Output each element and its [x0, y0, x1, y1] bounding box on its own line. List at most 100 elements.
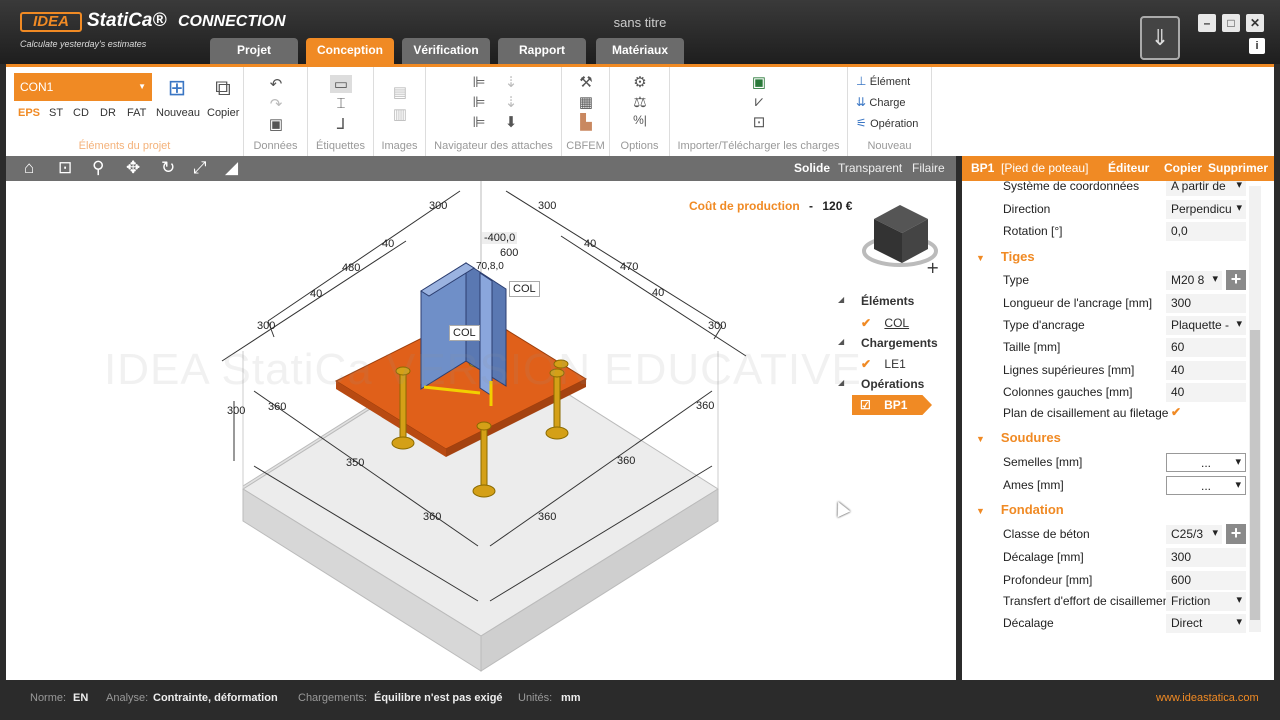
info-icon[interactable]: i [1249, 38, 1265, 54]
tab-projet[interactable]: Projet [210, 38, 298, 64]
member-label-col[interactable]: COL [509, 281, 540, 297]
axes-icon[interactable]: ⅃ [330, 115, 352, 133]
tree-toggle-icon[interactable]: ◢ [838, 295, 844, 304]
pan-icon[interactable]: ✥ [126, 158, 140, 178]
tree-item-bp1[interactable]: ☑ BP1 [852, 395, 932, 415]
home-icon[interactable]: ⌂ [24, 158, 34, 178]
nouveau-label[interactable]: Nouveau [156, 107, 200, 119]
cbfem-run-icon[interactable]: ▙ [575, 113, 597, 131]
mode-filaire[interactable]: Filaire [912, 161, 945, 175]
check-icon[interactable]: ✔ [861, 357, 871, 371]
add-bolt-icon[interactable]: + [1226, 270, 1246, 290]
settings-icon[interactable]: ⚙ [629, 73, 651, 91]
close-button[interactable]: ✕ [1246, 14, 1264, 32]
connection-3d-model[interactable]: + [6, 181, 956, 680]
section-tiges[interactable]: ▼ Tiges [976, 249, 1035, 264]
flange-weld-select[interactable]: ... [1166, 453, 1246, 472]
offset-mode-select[interactable]: Direct [1166, 614, 1246, 633]
scales-icon[interactable]: ⚖ [629, 93, 651, 111]
top-lines-input[interactable]: 40 [1166, 361, 1246, 380]
shear-plane-checkbox[interactable]: ✔ [1171, 405, 1181, 419]
tree-ops-header[interactable]: Opérations [861, 377, 924, 391]
copy-connection-icon[interactable]: ⧉ [212, 75, 234, 101]
image-add-icon[interactable]: ▤ [389, 83, 411, 101]
tree-toggle-icon[interactable]: ◢ [838, 337, 844, 346]
table-export-icon[interactable]: ⊡ [748, 113, 770, 131]
web-weld-select[interactable]: ... [1166, 476, 1246, 495]
section-icon[interactable]: ◢ [225, 158, 238, 178]
view-cube[interactable]: + [862, 205, 939, 277]
offset-input[interactable]: 300 [1166, 548, 1246, 567]
tree-item-le1[interactable]: ✔ LE1 [861, 357, 906, 371]
type-eps[interactable]: EPS [18, 107, 40, 119]
concrete-class-select[interactable]: C25/3 [1166, 525, 1222, 544]
size-input[interactable]: 60 [1166, 338, 1246, 357]
image-icon[interactable]: ▥ [389, 105, 411, 123]
mesh-icon[interactable]: ▦ [575, 93, 597, 111]
undo-icon[interactable]: ↶ [265, 75, 287, 93]
nav-down3-icon[interactable]: ⬇ [500, 113, 522, 131]
delete-button[interactable]: Supprimer [1208, 161, 1268, 175]
wrench-icon[interactable]: ⚒ [575, 73, 597, 91]
type-fat[interactable]: FAT [127, 107, 146, 119]
tab-materiaux[interactable]: Matériaux [596, 38, 684, 64]
tab-rapport[interactable]: Rapport [498, 38, 586, 64]
nav-down-icon[interactable]: ⇣ [500, 73, 522, 91]
depth-input[interactable]: 600 [1166, 571, 1246, 590]
member-label-col[interactable]: COL [449, 325, 480, 341]
type-dr[interactable]: DR [100, 107, 116, 119]
coord-system-select[interactable]: A partir de [1166, 181, 1246, 196]
check-icon[interactable]: ✔ [861, 316, 871, 330]
tab-verification[interactable]: Vérification [402, 38, 490, 64]
direction-select[interactable]: Perpendicu [1166, 200, 1246, 219]
mode-solide[interactable]: Solide [794, 161, 830, 175]
collapse-icon[interactable]: ▼ [976, 506, 985, 516]
copier-label[interactable]: Copier [207, 107, 239, 119]
check-icon[interactable]: ☑ [860, 398, 871, 412]
website-link[interactable]: www.ideastatica.com [1156, 692, 1259, 704]
tree-toggle-icon[interactable]: ◢ [838, 378, 844, 387]
nav-zoom-icon[interactable]: ⊫ [468, 73, 490, 91]
anchor-length-input[interactable]: 300 [1166, 294, 1246, 313]
section-soudures[interactable]: ▼ Soudures [976, 430, 1061, 445]
collapse-icon[interactable]: ▼ [976, 434, 985, 444]
left-columns-input[interactable]: 40 [1166, 383, 1246, 402]
connection-select[interactable]: CON1 ▼ [14, 73, 152, 101]
scrollbar-thumb[interactable] [1250, 330, 1260, 620]
new-load-button[interactable]: ⇊ Charge [856, 95, 905, 109]
anchor-type-select[interactable]: Plaquette - [1166, 316, 1246, 335]
new-element-button[interactable]: ⊥ Élément [856, 74, 910, 88]
3d-viewport[interactable]: + IDEA StatiCa VERSION EDUCATIVE 300 300… [6, 181, 956, 680]
tab-conception[interactable]: Conception [306, 38, 394, 64]
rotate-icon[interactable]: ↻ [161, 158, 175, 178]
save-icon[interactable]: ▣ [265, 115, 287, 133]
add-concrete-icon[interactable]: + [1226, 524, 1246, 544]
nav-members-icon[interactable]: ⊫ [468, 93, 490, 111]
new-operation-button[interactable]: ⚟ Opération [856, 116, 918, 130]
bolt-type-select[interactable]: M20 8 [1166, 271, 1222, 290]
rotation-input[interactable]: 0,0 [1166, 222, 1246, 241]
label-icon[interactable]: ▭ [330, 75, 352, 93]
type-st[interactable]: ST [49, 107, 63, 119]
tree-loads-header[interactable]: Chargements [861, 336, 938, 350]
copy-button[interactable]: Copier [1164, 161, 1202, 175]
fit-icon[interactable]: ⤢ [193, 158, 207, 178]
load-import-icon[interactable]: ⩗ [748, 93, 770, 110]
zoom-icon[interactable]: ⚲ [92, 158, 104, 178]
excel-icon[interactable]: ▣ [748, 73, 770, 91]
nav-members2-icon[interactable]: ⊫ [468, 113, 490, 131]
redo-icon[interactable]: ↷ [265, 95, 287, 113]
mode-transparent[interactable]: Transparent [838, 161, 902, 175]
section-fondation[interactable]: ▼ Fondation [976, 502, 1064, 517]
percent-icon[interactable]: %| [629, 113, 651, 127]
tree-elements-header[interactable]: Éléments [861, 294, 914, 308]
bracket-icon[interactable]: ⌶ [330, 95, 352, 112]
shear-transfer-select[interactable]: Friction [1166, 592, 1246, 611]
download-arrows-icon[interactable]: ⇓ [1140, 16, 1180, 60]
editor-button[interactable]: Éditeur [1108, 161, 1149, 175]
new-connection-icon[interactable]: ⊞ [166, 75, 188, 101]
type-cd[interactable]: CD [73, 107, 89, 119]
collapse-icon[interactable]: ▼ [976, 253, 985, 263]
maximize-button[interactable]: □ [1222, 14, 1240, 32]
nav-down2-icon[interactable]: ⇣ [500, 93, 522, 111]
